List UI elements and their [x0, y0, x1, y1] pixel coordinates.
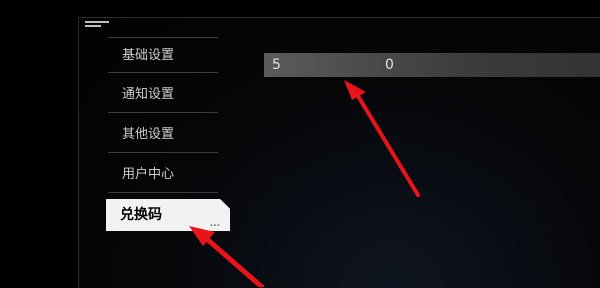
- arrow-to-redeem-item: [189, 226, 265, 287]
- arrow-to-input: [344, 80, 420, 197]
- annotation-arrows: [189, 80, 420, 287]
